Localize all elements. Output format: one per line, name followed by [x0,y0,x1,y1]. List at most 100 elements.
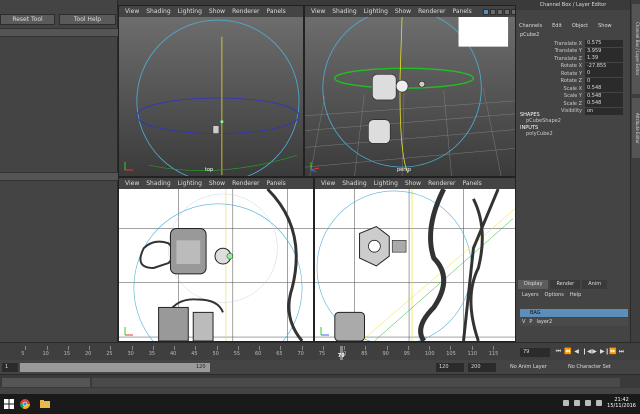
menu-view[interactable]: View [125,180,139,187]
play-forward-button[interactable]: ▶ [591,348,598,356]
anim-layer-dropdown[interactable]: No Anim Layer [510,364,547,370]
step-forward-key-button[interactable]: ⏩ [609,348,616,356]
viewport-front[interactable]: View Shading Lighting Show Renderer Pane… [118,177,314,342]
range-start-field[interactable]: 1 [2,363,18,372]
menu-channels[interactable]: Channels [519,23,542,29]
menu-panels[interactable]: Panels [266,180,285,187]
tool-panel-section-bar[interactable] [0,28,118,37]
menu-help[interactable]: Help [570,292,581,298]
attr-value-field[interactable]: 0.575 [585,40,623,48]
attr-row[interactable]: Rotate Z0 [516,77,630,86]
tab-channel-box[interactable]: Channel Box / Layer Editor [632,4,640,94]
attr-value-field[interactable]: -27.855 [585,62,623,70]
step-forward-frame-button[interactable]: ▶❙ [600,348,610,356]
attr-value-field[interactable]: 0 [585,77,623,85]
current-time-field[interactable]: 79 [520,348,550,357]
menu-shading[interactable]: Shading [332,8,356,15]
attr-row[interactable]: Translate Y 3.959 [516,47,630,56]
menu-edit[interactable]: Edit [552,23,562,29]
menu-layers[interactable]: Layers [522,292,539,298]
attr-row[interactable]: Translate Z 1.39 [516,55,630,63]
viewport-side[interactable]: View Shading Lighting Show Renderer Pane… [314,177,516,342]
tab-display[interactable]: Display [518,280,549,289]
attr-row[interactable]: Scale Y 0.548 [516,92,630,101]
chrome-icon[interactable] [20,399,30,409]
file-explorer-icon[interactable] [40,399,50,409]
menu-lighting[interactable]: Lighting [364,8,388,15]
tab-attribute-editor[interactable]: Attribute Editor [632,98,640,158]
viewport-canvas-persp[interactable] [305,17,515,176]
attr-row[interactable]: Scale Z 0.548 [516,100,630,108]
windows-start-icon[interactable] [4,399,14,409]
viewport-canvas-side[interactable] [315,189,515,341]
time-slider-ticks[interactable]: 5 10 15 20 25 30 35 40 45 50 55 60 65 70 75 80 85 90 95 100… [4,346,514,360]
menu-shading[interactable]: Shading [146,180,170,187]
go-to-end-button[interactable]: ⏭ [618,348,625,356]
menu-options[interactable]: Options [545,292,564,298]
viewport-canvas-top[interactable] [119,17,303,176]
menu-renderer[interactable]: Renderer [232,8,259,15]
max-end-field[interactable]: 200 [468,363,496,372]
command-input[interactable] [92,378,620,387]
viewport-top[interactable]: View Shading Lighting Show Renderer Pane… [118,5,304,177]
attr-value-field[interactable]: 0.548 [585,92,623,100]
menu-lighting[interactable]: Lighting [374,180,398,187]
wireframe-icon[interactable] [503,8,510,15]
notification-icon[interactable] [596,400,603,406]
viewport-persp[interactable]: View Shading Lighting Show Renderer Pane… [304,5,516,177]
layer-name[interactable]: BAG [530,310,541,316]
attr-row[interactable]: Rotate Y0 [516,70,630,78]
step-back-key-button[interactable]: ⏪ [564,348,571,356]
attr-value-field[interactable]: 0 [585,70,623,78]
menu-show[interactable]: Show [209,180,225,187]
volume-icon[interactable] [585,400,592,406]
reset-tool-button[interactable]: Reset Tool [0,14,55,25]
select-icon[interactable] [482,8,489,15]
attr-row[interactable]: Scale X 0.548 [516,85,630,93]
menu-show[interactable]: Show [598,23,612,29]
smooth-shade-icon[interactable] [510,8,515,15]
time-slider[interactable]: 5 10 15 20 25 30 35 40 45 50 55 60 65 70 75 80 85 90 95 100… [0,342,640,360]
menu-show[interactable]: Show [405,180,421,187]
attr-value-field[interactable]: 0.548 [585,85,623,93]
attr-row[interactable]: Rotate X -27.855 [516,62,630,71]
playback-toggle[interactable]: P [529,319,532,325]
menu-view[interactable]: View [321,180,335,187]
menu-shading[interactable]: Shading [146,8,170,15]
layer-name[interactable]: layer2 [536,319,552,325]
menu-renderer[interactable]: Renderer [418,8,445,15]
attr-value-field[interactable]: 0.548 [585,100,623,108]
character-set-dropdown[interactable]: No Character Set [568,364,611,370]
input-node[interactable]: polyCube2 [526,131,553,137]
tool-panel-section-bar[interactable] [0,172,118,181]
tray-arrow-icon[interactable] [563,400,570,406]
menu-renderer[interactable]: Renderer [232,180,259,187]
attr-row[interactable]: Translate X 0.575 [516,40,630,48]
layer-row[interactable]: V P layer2 [520,318,628,326]
range-end-field[interactable]: 120 [436,363,464,372]
visibility-toggle[interactable]: V [522,319,525,325]
menu-show[interactable]: Show [209,8,225,15]
menu-show[interactable]: Show [395,8,411,15]
play-backward-button[interactable]: ❙◀ [582,348,592,356]
layer-row[interactable]: BAG [520,309,628,317]
menu-view[interactable]: View [125,8,139,15]
clock[interactable]: 21:42 15/11/2016 [607,397,636,409]
go-to-start-button[interactable]: ⏮ [555,348,562,356]
attr-value-field[interactable]: on [585,107,623,115]
menu-lighting[interactable]: Lighting [178,180,202,187]
viewport-canvas-front[interactable] [119,189,313,341]
grid-icon[interactable] [496,8,503,15]
menu-lighting[interactable]: Lighting [178,8,202,15]
tool-help-button[interactable]: Tool Help [59,14,116,25]
menu-renderer[interactable]: Renderer [428,180,455,187]
range-bar[interactable] [20,363,210,372]
menu-view[interactable]: View [311,8,325,15]
menu-shading[interactable]: Shading [342,180,366,187]
attr-value-field[interactable]: 3.959 [585,47,623,55]
step-back-frame-button[interactable]: ◀ [573,348,580,356]
tab-render[interactable]: Render [550,280,581,289]
attr-value-field[interactable]: 1.39 [585,55,623,63]
menu-object[interactable]: Object [572,23,588,29]
tab-anim[interactable]: Anim [582,280,608,289]
